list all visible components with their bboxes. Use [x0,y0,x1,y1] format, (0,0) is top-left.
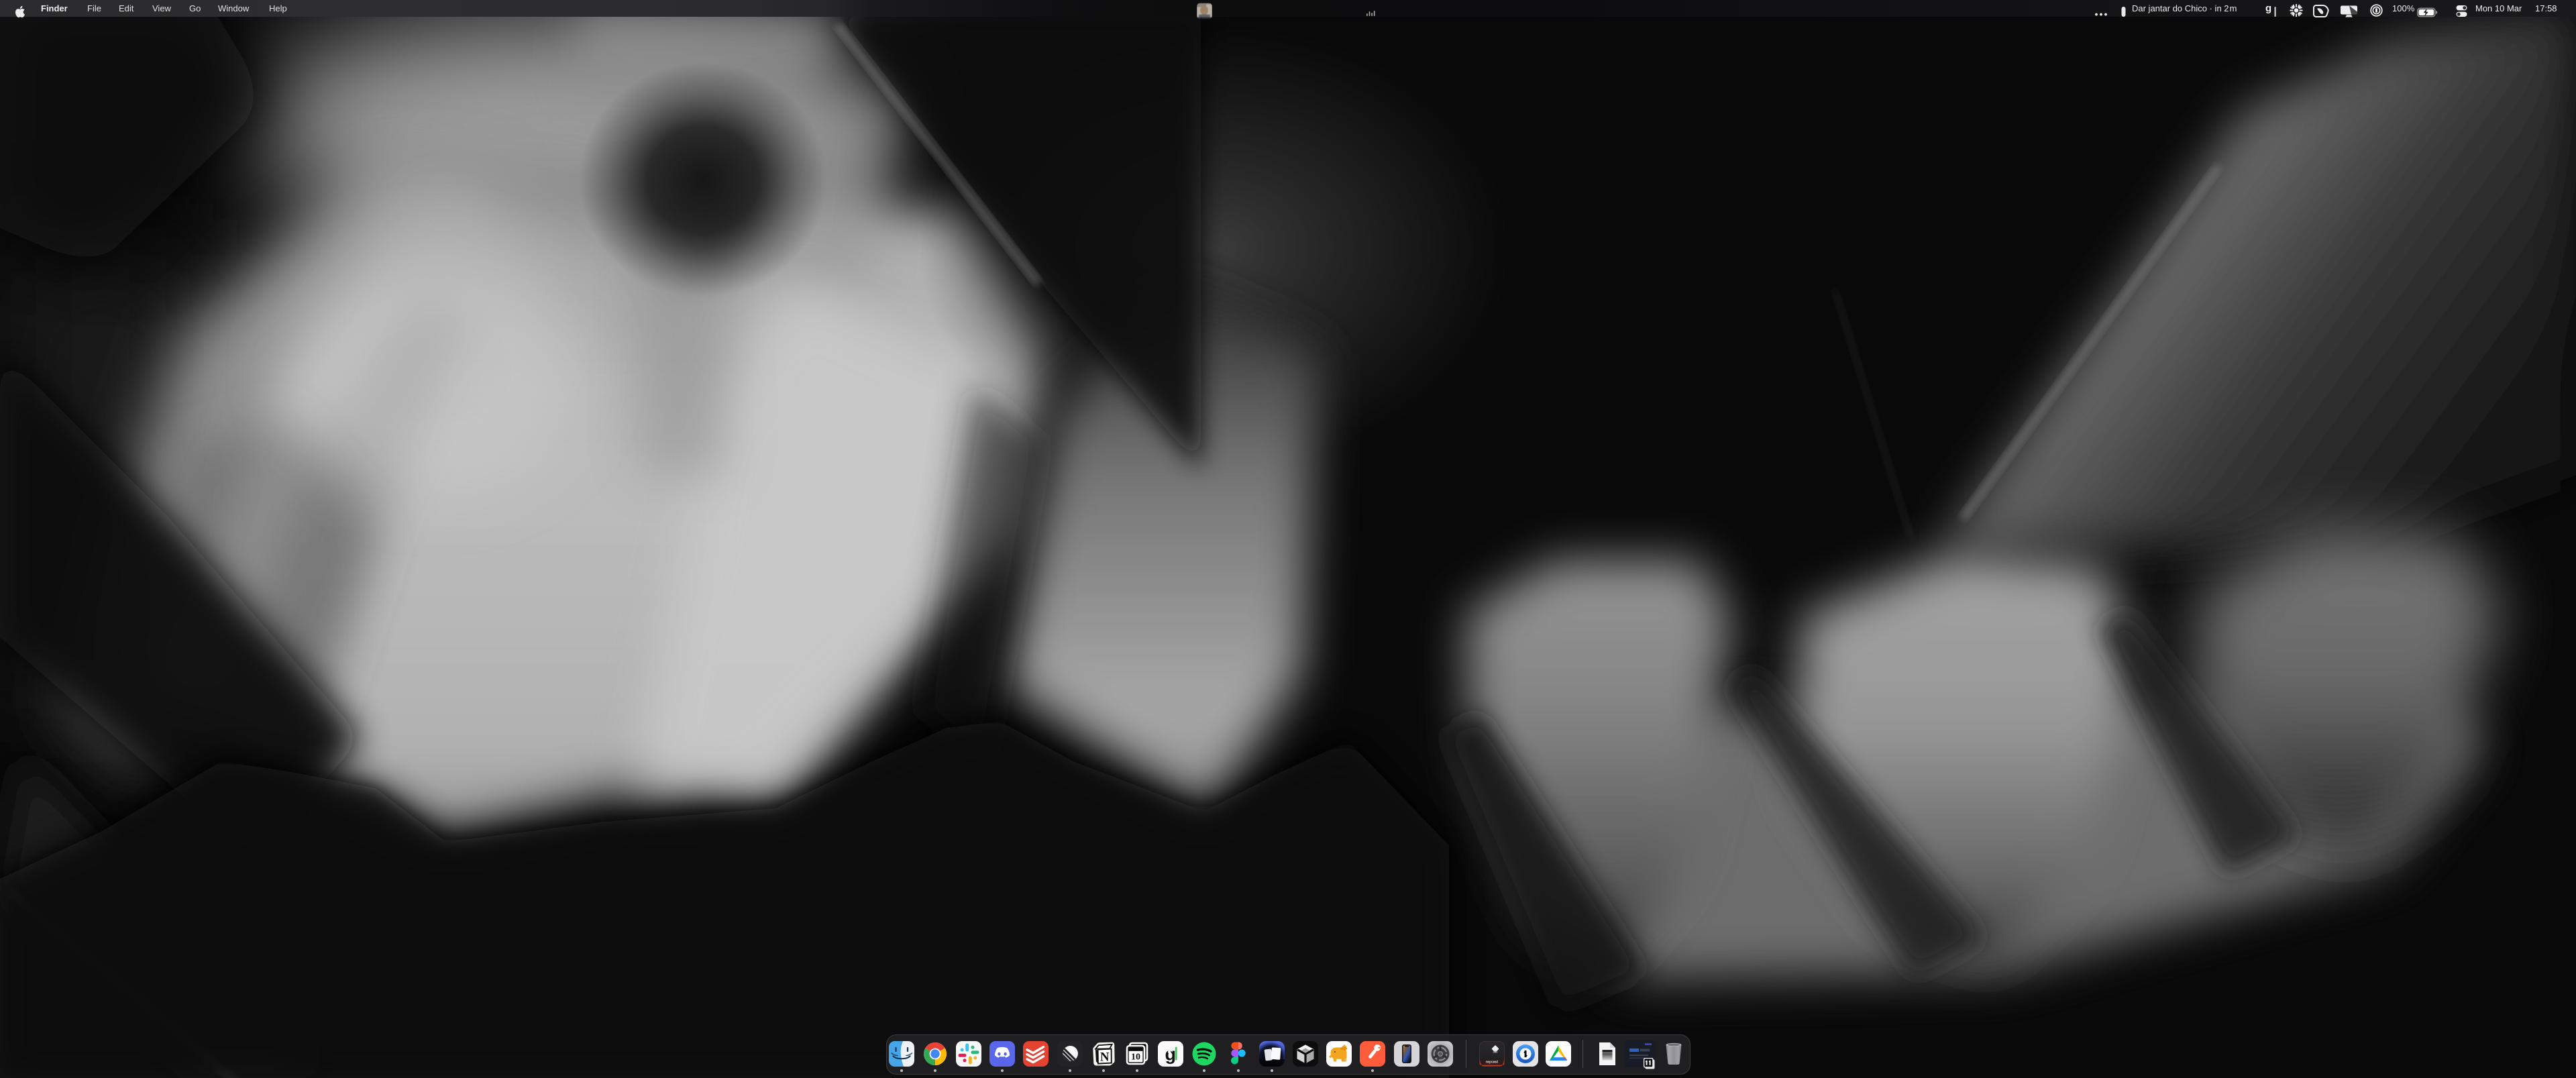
svg-text:raycast: raycast [1486,1061,1498,1065]
svg-text:N: N [1100,1050,1110,1065]
svg-text:g: g [1165,1044,1177,1065]
svg-text:10: 10 [1131,1053,1140,1063]
